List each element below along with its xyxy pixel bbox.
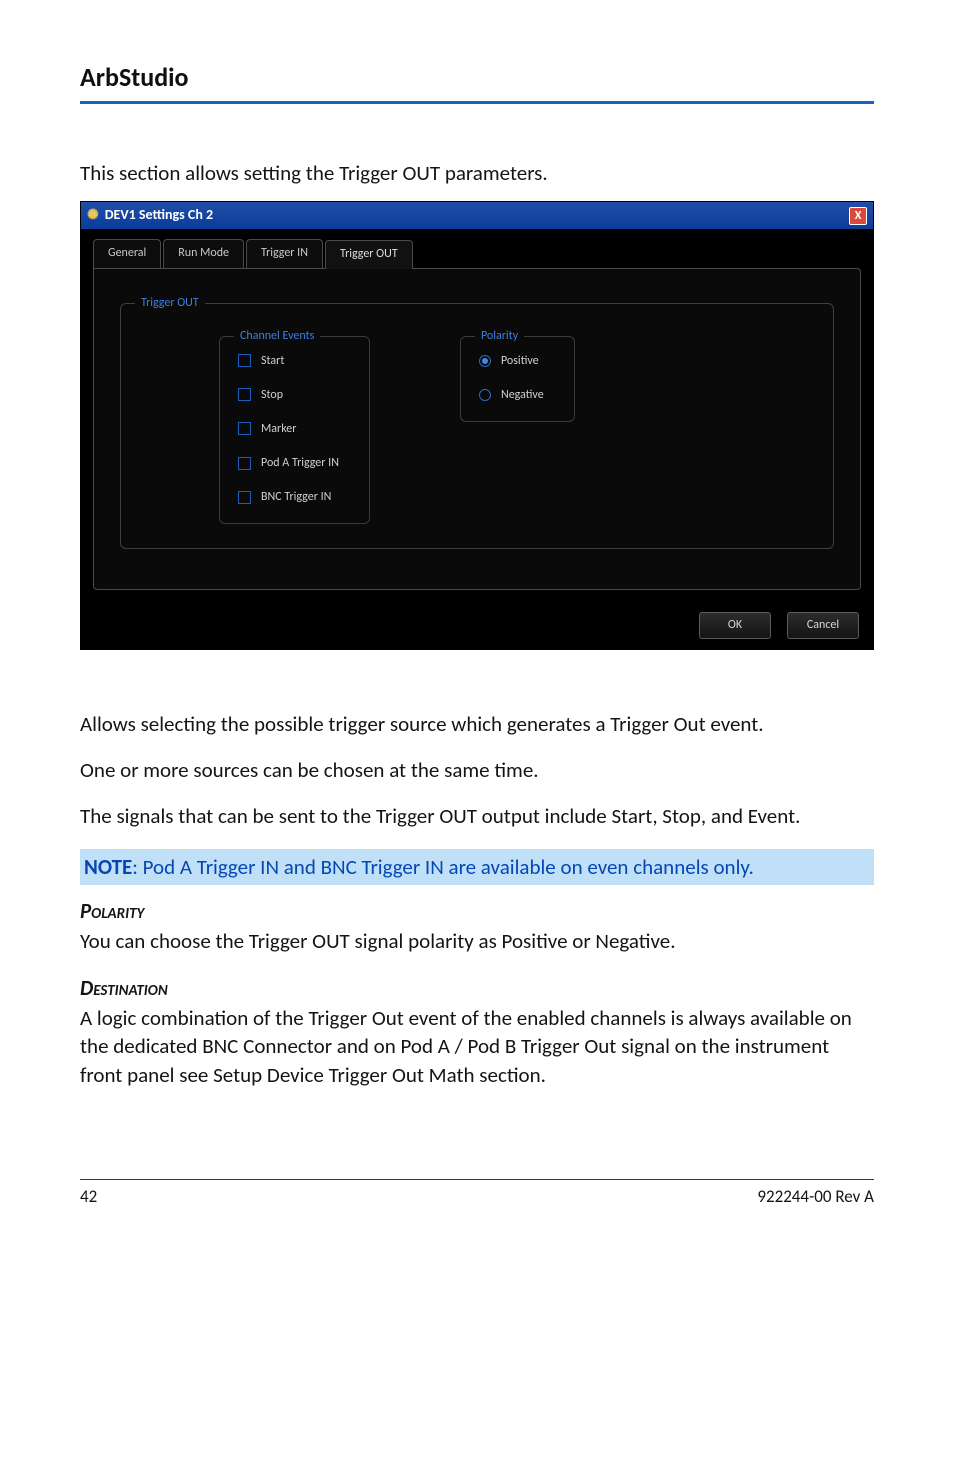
subhead-polarity: Polarity xyxy=(80,897,874,925)
close-icon[interactable]: X xyxy=(849,207,867,225)
checkbox-icon xyxy=(238,457,251,470)
tab-panel-trigger-out: Trigger OUT Channel Events Start Stop Ma… xyxy=(93,268,861,591)
dialog-titlebar: ✺ DEV1 Settings Ch 2 X xyxy=(81,202,873,229)
tab-row: General Run Mode Trigger IN Trigger OUT xyxy=(93,239,861,267)
group-trigger-out-title: Trigger OUT xyxy=(135,295,205,311)
body-para-3: The signals that can be sent to the Trig… xyxy=(80,802,874,830)
radio-negative-label: Negative xyxy=(501,387,544,403)
dialog-title: DEV1 Settings Ch 2 xyxy=(105,206,213,225)
gear-icon: ✺ xyxy=(87,206,99,225)
checkbox-start-label: Start xyxy=(261,353,284,369)
checkbox-marker[interactable]: Marker xyxy=(238,421,339,437)
group-channel-events-title: Channel Events xyxy=(234,328,320,344)
tab-general[interactable]: General xyxy=(93,239,161,267)
body-para-1: Allows selecting the possible trigger so… xyxy=(80,710,874,738)
dialog-footer: OK Cancel xyxy=(81,602,873,648)
checkbox-pod-a-label: Pod A Trigger IN xyxy=(261,455,339,471)
radio-icon xyxy=(479,355,491,367)
footer-page-number: 42 xyxy=(80,1186,97,1209)
page-footer: 42 922244-00 Rev A xyxy=(80,1179,874,1209)
polarity-text: You can choose the Trigger OUT signal po… xyxy=(80,927,874,955)
checkbox-bnc-label: BNC Trigger IN xyxy=(261,489,331,505)
checkbox-marker-label: Marker xyxy=(261,421,296,437)
group-polarity-title: Polarity xyxy=(475,328,524,344)
destination-text: A logic combination of the Trigger Out e… xyxy=(80,1004,874,1089)
radio-icon xyxy=(479,389,491,401)
note-box: NOTE: Pod A Trigger IN and BNC Trigger I… xyxy=(80,849,874,885)
radio-negative[interactable]: Negative xyxy=(479,387,544,403)
settings-dialog: ✺ DEV1 Settings Ch 2 X General Run Mode … xyxy=(80,201,874,649)
checkbox-stop-label: Stop xyxy=(261,387,283,403)
checkbox-stop[interactable]: Stop xyxy=(238,387,339,403)
checkbox-start[interactable]: Start xyxy=(238,353,339,369)
note-text: : Pod A Trigger IN and BNC Trigger IN ar… xyxy=(132,854,754,880)
ok-button[interactable]: OK xyxy=(699,612,771,638)
checkbox-icon xyxy=(238,491,251,504)
cancel-button[interactable]: Cancel xyxy=(787,612,859,638)
checkbox-icon xyxy=(238,354,251,367)
group-channel-events: Channel Events Start Stop Marker Pod A T… xyxy=(219,336,370,525)
section-intro: This section allows setting the Trigger … xyxy=(80,159,874,187)
subhead-destination: Destination xyxy=(80,974,874,1002)
checkbox-bnc-trigger-in[interactable]: BNC Trigger IN xyxy=(238,489,339,505)
tab-run-mode[interactable]: Run Mode xyxy=(163,239,244,267)
checkbox-pod-a-trigger-in[interactable]: Pod A Trigger IN xyxy=(238,455,339,471)
radio-positive-label: Positive xyxy=(501,353,539,369)
tab-trigger-in[interactable]: Trigger IN xyxy=(246,239,323,267)
page-title: ArbStudio xyxy=(80,60,874,104)
tab-trigger-out[interactable]: Trigger OUT xyxy=(325,240,413,268)
checkbox-icon xyxy=(238,422,251,435)
note-label: NOTE xyxy=(84,854,132,880)
group-trigger-out: Trigger OUT Channel Events Start Stop Ma… xyxy=(120,303,834,550)
radio-positive[interactable]: Positive xyxy=(479,353,544,369)
body-para-2: One or more sources can be chosen at the… xyxy=(80,756,874,784)
footer-doc-rev: 922244-00 Rev A xyxy=(757,1186,874,1209)
group-polarity: Polarity Positive Negative xyxy=(460,336,575,422)
checkbox-icon xyxy=(238,388,251,401)
